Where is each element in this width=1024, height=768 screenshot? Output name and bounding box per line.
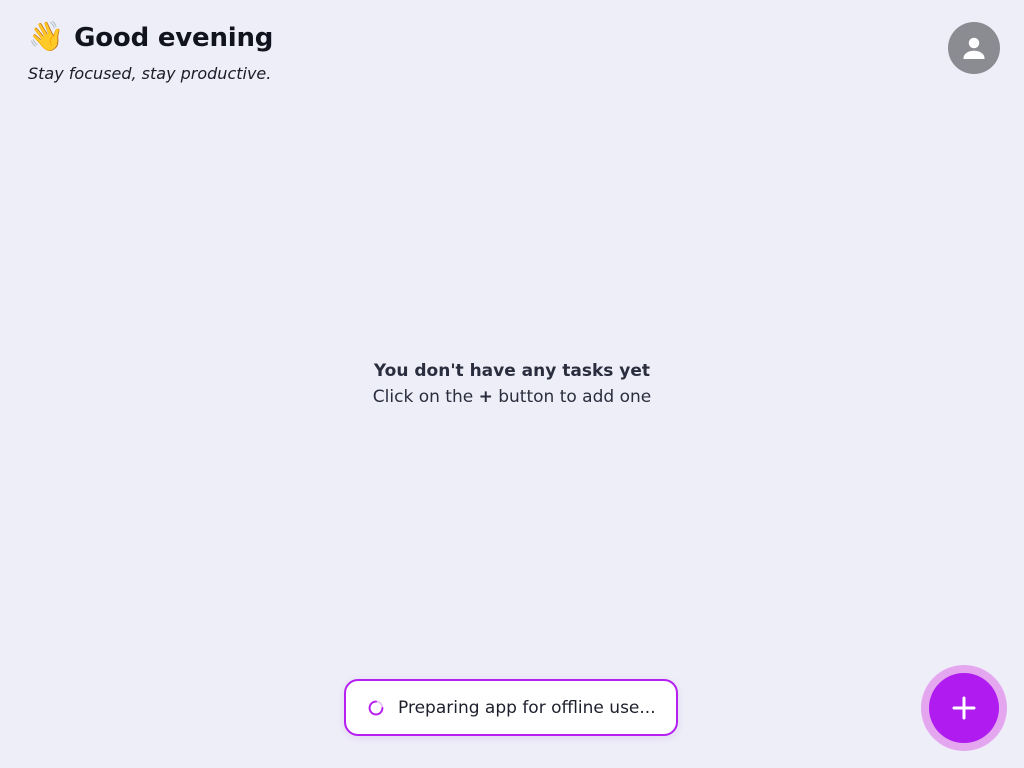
empty-state-hint: Click on the + button to add one: [0, 383, 1024, 411]
hint-text-after: button to add one: [492, 387, 652, 407]
app-page: 👋 Good evening Stay focused, stay produc…: [0, 0, 1024, 768]
empty-state-title: You don't have any tasks yet: [373, 361, 651, 381]
loading-spinner-icon: [368, 700, 384, 715]
toast-message: Preparing app for offline use...: [398, 697, 656, 718]
plus-icon: [952, 696, 976, 720]
hint-text-before: Click on the: [372, 387, 479, 407]
user-avatar-icon: [963, 37, 985, 59]
empty-state: You don't have any tasks yet Click on th…: [0, 359, 1024, 411]
profile-avatar-button[interactable]: [948, 22, 1000, 74]
greeting-title: Good evening: [74, 23, 274, 53]
fab-halo: [921, 665, 1007, 751]
greeting-row: 👋 Good evening: [28, 18, 273, 58]
add-task-button[interactable]: [929, 673, 999, 743]
hint-plus-symbol: +: [478, 387, 493, 407]
greeting-subtitle: Stay focused, stay productive.: [28, 64, 272, 83]
offline-toast: Preparing app for offline use...: [344, 679, 678, 736]
header: 👋 Good evening Stay focused, stay produc…: [28, 18, 273, 83]
waving-hand-icon: 👋: [28, 18, 65, 53]
